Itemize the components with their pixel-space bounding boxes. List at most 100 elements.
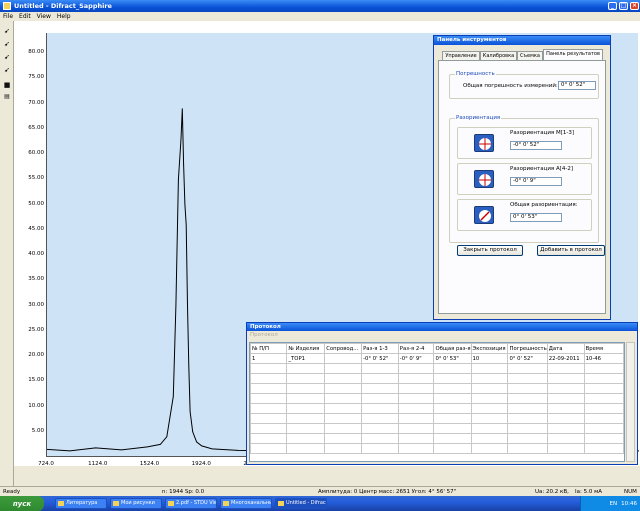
column-header[interactable]: Общая раз-я	[433, 343, 472, 354]
status-info: Амплитуда: 0 Центр масс: 2651 Угол: 4° 5…	[318, 489, 457, 495]
add-to-protocol-button[interactable]: Добавить в протокол	[537, 245, 605, 256]
column-header[interactable]: Дата	[546, 343, 585, 354]
column-header[interactable]: Раз-я 1-3	[361, 343, 399, 354]
table-cell: 0° 0' 53"	[433, 353, 472, 364]
task-literature[interactable]: Литература	[55, 498, 107, 509]
y-tick-label: 5.00	[31, 427, 44, 434]
x-tick-label: 1524.0	[139, 461, 160, 467]
data-point	[192, 431, 194, 433]
data-point	[159, 444, 161, 445]
status-ready: Ready	[3, 489, 21, 495]
y-tick-label: 50.00	[28, 200, 44, 207]
data-point	[196, 441, 198, 443]
y-tick-label: 40.00	[28, 251, 44, 258]
task-multichannel[interactable]: Многоканальный ан...	[220, 498, 272, 509]
clock: 10:46	[621, 500, 637, 507]
data-point	[211, 448, 213, 450]
data-point	[181, 108, 183, 110]
y-tick-label: 45.00	[28, 225, 44, 232]
column-header[interactable]: Время	[583, 343, 624, 354]
y-tick-label: 25.00	[28, 326, 44, 333]
column-header[interactable]: № П/П	[250, 343, 288, 354]
title-bar: Untitled - Difract_Sapphire _ □ ×	[0, 0, 640, 12]
menu-edit[interactable]: Edit	[19, 13, 31, 20]
disorient-m-label: Разориентация М[1-3]	[510, 130, 574, 136]
y-tick-label: 80.00	[28, 49, 44, 56]
total-error-field[interactable]: 0° 0' 52"	[558, 81, 596, 90]
tab-shooting[interactable]: Съемка	[517, 51, 543, 60]
y-tick-label: 55.00	[28, 175, 44, 182]
data-point	[180, 138, 182, 140]
y-tick-label: 70.00	[28, 99, 44, 106]
cursor-arrow-icon[interactable]: ➹	[3, 27, 11, 35]
stop-icon[interactable]: ■	[3, 81, 11, 89]
tools-panel-title: Панель инструментов	[434, 36, 610, 45]
empty-row	[250, 443, 624, 454]
y-tick-label: 65.00	[28, 124, 44, 131]
cursor-arrow-icon[interactable]: ➹	[3, 40, 11, 48]
y-tick-label: 60.00	[28, 150, 44, 157]
menu-file[interactable]: File	[3, 13, 13, 20]
task-stdu-viewer[interactable]: 2.pdf - STDU Viewer	[165, 498, 217, 509]
maximize-button[interactable]: □	[619, 2, 628, 10]
y-tick-label: 30.00	[28, 301, 44, 308]
disorientation-group-label: Разориентация	[455, 115, 502, 121]
cursor-arrow-icon[interactable]: ➹	[3, 53, 11, 61]
protocol-scrollbar[interactable]	[626, 342, 635, 462]
menu-help[interactable]: Help	[57, 13, 71, 20]
disorient-a-field[interactable]: -0° 0' 9"	[510, 177, 562, 186]
x-tick-label: 1924.0	[191, 461, 211, 467]
empty-row	[250, 373, 624, 384]
column-header[interactable]: № Изделия	[286, 343, 326, 354]
grid-icon[interactable]: ▤	[3, 93, 11, 101]
close-button[interactable]: ×	[630, 2, 639, 10]
error-group: Погрешность Общая погрешность измерений:…	[449, 71, 599, 99]
protocol-window: Протокол Протокол № П/П № Изделия Сопровод…	[246, 322, 638, 465]
empty-row	[250, 433, 624, 444]
menu-view[interactable]: View	[37, 13, 51, 20]
close-protocol-button[interactable]: Закрыть протокол	[457, 245, 523, 256]
column-header[interactable]: Экспозиция	[470, 343, 509, 354]
data-point	[69, 450, 71, 452]
task-difract[interactable]: Untitled - Difract_Sap...	[275, 498, 327, 509]
tab-results[interactable]: Панель результатов	[543, 49, 603, 60]
menu-bar: File Edit View Help	[0, 12, 640, 21]
disorient-m-icon	[474, 134, 494, 152]
cursor-arrow-icon[interactable]: ➹	[3, 66, 11, 74]
data-point	[121, 449, 122, 451]
data-point	[201, 445, 203, 447]
y-tick-label: 10.00	[28, 402, 44, 409]
status-bar: Ready n: 1944 Sp: 0.0 Амплитуда: 0 Центр…	[0, 486, 640, 496]
empty-row	[250, 393, 624, 404]
tools-panel: Панель инструментов Управление Калибровк…	[433, 35, 611, 320]
start-button[interactable]: пуск	[0, 496, 44, 511]
protocol-title: Протокол	[247, 323, 637, 331]
window-title: Untitled - Difract_Sapphire	[14, 2, 112, 10]
x-tick-label: 1124.0	[88, 461, 108, 467]
column-header[interactable]: Раз-я 2-4	[397, 343, 435, 354]
protocol-menu-item[interactable]: Протокол	[247, 331, 637, 339]
table-row[interactable]: 1 _TOP1 -0° 0' 52" -0° 0' 9" 0° 0' 53" 10 0° 0…	[250, 353, 624, 364]
disorientation-group: Разориентация Разориентация М[1-3] -0° 0…	[449, 115, 599, 243]
tool-strip: ➹ ➹ ➹ ➹ ■ ▤	[0, 21, 14, 486]
disorient-total-label: Общая разориентация:	[510, 202, 578, 208]
column-header[interactable]: Сопровод...	[324, 343, 363, 354]
tab-control[interactable]: Управление	[442, 51, 480, 60]
language-indicator[interactable]: EN	[610, 501, 618, 507]
data-point	[187, 305, 188, 306]
disorient-total-field[interactable]: 0° 0' 53"	[510, 213, 562, 222]
disorient-m-field[interactable]: -0° 0' 52"	[510, 141, 562, 150]
data-point	[178, 179, 179, 180]
data-point	[147, 446, 148, 448]
table-cell: _TOP1	[286, 353, 326, 364]
data-point	[184, 204, 186, 206]
data-point	[185, 224, 187, 226]
data-point	[189, 411, 191, 412]
status-current: Ia: 5.0 мА	[575, 489, 603, 495]
task-my-pictures[interactable]: Мои рисунки	[110, 498, 162, 509]
minimize-button[interactable]: _	[608, 2, 617, 10]
column-header[interactable]: Погрешность	[507, 343, 548, 354]
empty-row	[250, 423, 624, 434]
status-voltage: Ua: 20.2 кВ,	[535, 489, 569, 495]
tab-calibration[interactable]: Калибровка	[480, 51, 517, 60]
